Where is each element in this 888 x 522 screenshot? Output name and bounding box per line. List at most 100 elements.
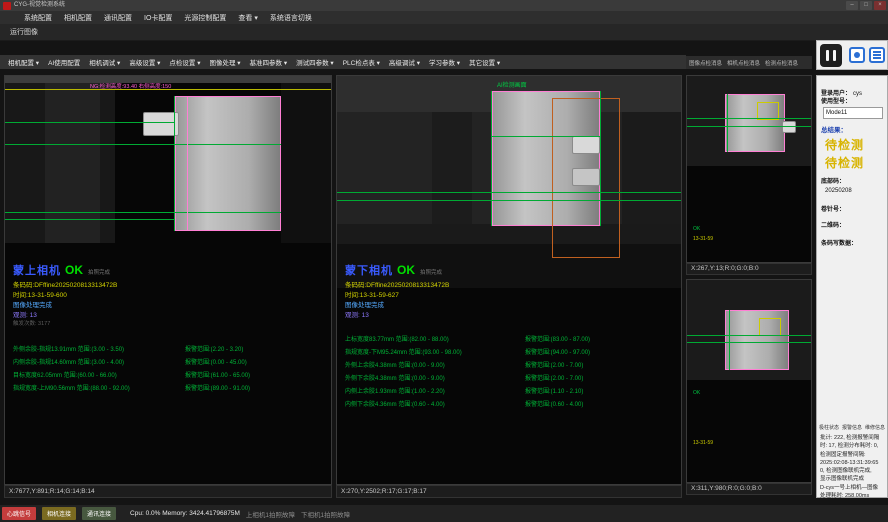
small-view-time: 13-31-59	[693, 440, 713, 446]
tool-spotcheck-settings[interactable]: 点检设置 ▾	[169, 57, 200, 67]
result-line: 待检测	[825, 136, 864, 153]
heartbeat-indicator: 心跳信号	[2, 507, 36, 520]
roi-rectangle	[759, 318, 781, 336]
measure-line	[687, 126, 812, 127]
view-tab-row	[0, 24, 888, 41]
right-camera-view[interactable]: AI检测画面 蒙下相机OK拍照完成 条码码:DFffine20250208133…	[336, 75, 682, 485]
small-camera-view-1[interactable]: OK 13-31-59	[686, 75, 812, 263]
model-label: 使用型号：	[821, 96, 851, 105]
small-view-status: OK	[693, 226, 700, 232]
result-title: 蒙下相机OK拍照完成	[345, 261, 442, 279]
tab-detect-messages[interactable]: 检测点检消息	[765, 59, 798, 67]
measure-line	[491, 91, 492, 226]
menu-item-view[interactable]: 查看 ▾	[238, 13, 257, 23]
process-status: 图像处理完成	[345, 299, 384, 309]
menu-item-light-config[interactable]: 光源控制配置	[184, 13, 226, 23]
small-view-status: OK	[693, 390, 700, 396]
tool-camera-config[interactable]: 相机配置 ▾	[8, 57, 39, 67]
result-title: 蒙上相机OK拍照完成	[13, 261, 110, 279]
measure-line	[5, 144, 281, 145]
left-camera-view[interactable]: NG:检测高度:93.40 右侧高度:150 蒙上相机OK拍照完成 条码码:DF…	[4, 75, 332, 485]
measure-line	[337, 200, 682, 201]
user-value: cys	[853, 91, 862, 97]
bottom-code-label: 底部码：	[821, 176, 845, 185]
bottom-code-value: 20250208	[825, 188, 852, 194]
settings-line-icon	[873, 57, 881, 59]
result-status: OK	[65, 263, 83, 277]
tool-baseline-params[interactable]: 基准四参数 ▾	[250, 57, 288, 67]
measurement-row: 外侧余胶-指规13.91mm 范围:(3.00 - 3.50)报警范围:(2.2…	[13, 344, 250, 357]
tool-camera-debug[interactable]: 相机调试 ▾	[89, 57, 120, 67]
measurement-row: 指规宽度-上M90.56mm 范围:(88.00 - 92.00)报警范围:(8…	[13, 383, 250, 396]
small-view-1-coordinates: X:267,Y:13;R:0;G:0;B:0	[686, 263, 812, 275]
tool-advanced-debug[interactable]: 高级调试 ▾	[389, 57, 420, 67]
scene-decoration	[281, 83, 332, 243]
window-title: CYG-视觉检测系统	[14, 0, 65, 11]
title-bar: CYG-视觉检测系统 – □ ×	[0, 0, 888, 11]
tab-pole-status[interactable]: 极柱状态	[819, 424, 839, 431]
tool-other-settings[interactable]: 其它设置 ▾	[469, 57, 500, 67]
observe-count: 观测: 13	[345, 309, 369, 319]
result-subnote: 拍照完成	[88, 270, 110, 276]
measure-line	[687, 118, 812, 119]
tool-ai-config[interactable]: AI使用配置	[48, 57, 80, 67]
close-button[interactable]: ×	[874, 1, 886, 10]
tab-alarm-info[interactable]: 报警信息	[842, 424, 862, 431]
time-line: 时间:13-31-59-600	[13, 289, 67, 299]
pause-button[interactable]	[820, 44, 842, 67]
menu-item-comm-config[interactable]: 通讯配置	[104, 13, 132, 23]
barcode-line: 条码码:DFffine2025020813313472B	[13, 279, 117, 289]
camera-icon-button[interactable]	[849, 47, 865, 63]
menu-item-camera-config[interactable]: 相机配置	[64, 13, 92, 23]
alert-upper-camera: 上相机1拍照故障	[246, 509, 295, 519]
tab-image-messages[interactable]: 图像点检消息	[689, 59, 722, 67]
result-subnote: 拍照完成	[420, 270, 442, 276]
measurement-row: 外侧下余胶4.38mm 范围:(0.00 - 9.00)报警范围:(2.00 -…	[345, 373, 590, 386]
menu-item-system-config[interactable]: 系统配置	[24, 13, 52, 23]
alert-lower-camera: 下相机1拍照故障	[301, 509, 350, 519]
tool-test-params[interactable]: 测试四参数 ▾	[296, 57, 334, 67]
model-value: Mode11	[823, 107, 883, 119]
highlight-feature	[782, 121, 796, 133]
measure-line	[687, 335, 812, 336]
pause-bar-icon	[833, 50, 836, 61]
tool-plc-points[interactable]: PLC检点表 ▾	[343, 57, 380, 67]
status-bar: 心跳信号 相机连接 通讯连接 Cpu: 0.0% Memory: 3424.41…	[0, 505, 888, 522]
small-camera-view-2[interactable]: OK 13-31-59	[686, 279, 812, 483]
control-button-group	[816, 40, 888, 70]
measurement-row: 上标宽度83.77mm 范围:(82.00 - 88.00)报警范围:(83.0…	[345, 334, 590, 347]
settings-line-icon	[873, 51, 881, 53]
trigger-count: 触发次数: 3177	[13, 319, 50, 327]
tool-image-processing[interactable]: 图像处理 ▾	[209, 57, 240, 67]
camera-connection-indicator: 相机连接	[42, 507, 76, 520]
menu-item-language[interactable]: 系统语言切换	[270, 13, 312, 23]
status-tabs: 极柱状态 报警信息 维修信息	[819, 424, 885, 431]
log-text: 批计: 222, 检测报警间隔 时: 17, 检测分布耗时: 0, 检测固定报警…	[820, 434, 886, 500]
settings-icon-button[interactable]	[869, 47, 885, 63]
measurement-row: 内侧下余胶4.36mm 范围:(0.60 - 4.00)报警范围:(0.60 -…	[345, 399, 590, 412]
small-view-time: 13-31-59	[693, 236, 713, 242]
tool-advanced-settings[interactable]: 高级设置 ▾	[129, 57, 160, 67]
cpu-memory-status: Cpu: 0.0% Memory: 3424.41796875M	[130, 510, 240, 517]
camera-lens-icon	[854, 52, 860, 58]
tab-maintenance-info[interactable]: 维修信息	[865, 424, 885, 431]
highlight-feature	[572, 136, 600, 154]
minimize-button[interactable]: –	[846, 1, 858, 10]
measure-line	[687, 342, 812, 343]
measure-line	[600, 91, 601, 226]
scene-decoration	[622, 112, 682, 224]
highlight-feature	[572, 168, 600, 186]
tool-learn-params[interactable]: 学习参数 ▾	[429, 57, 460, 67]
tab-run-image[interactable]: 运行图像	[10, 27, 38, 37]
qr-label: 二维码：	[821, 220, 845, 229]
barcode-write-label: 条码写数据：	[821, 238, 857, 247]
maximize-button[interactable]: □	[860, 1, 872, 10]
tab-camera-messages[interactable]: 相机点检消息	[727, 59, 760, 67]
edge-line	[187, 96, 188, 231]
tool-bar: 相机配置 ▾ AI使用配置 相机调试 ▾ 高级设置 ▾ 点检设置 ▾ 图像处理 …	[0, 55, 686, 69]
app-icon	[3, 2, 11, 10]
menu-item-io-config[interactable]: IO卡配置	[144, 13, 172, 23]
measurement-row: 目标宽度62.05mm 范围:(60.00 - 66.00)报警范围:(61.0…	[13, 370, 250, 383]
side-panel: 登录用户：cys 使用型号： Mode11 总结果： 待检测 待检测 底部码： …	[816, 75, 888, 498]
menu-bar: 系统配置 相机配置 通讯配置 IO卡配置 光源控制配置 查看 ▾ 系统语言切换	[0, 11, 888, 24]
